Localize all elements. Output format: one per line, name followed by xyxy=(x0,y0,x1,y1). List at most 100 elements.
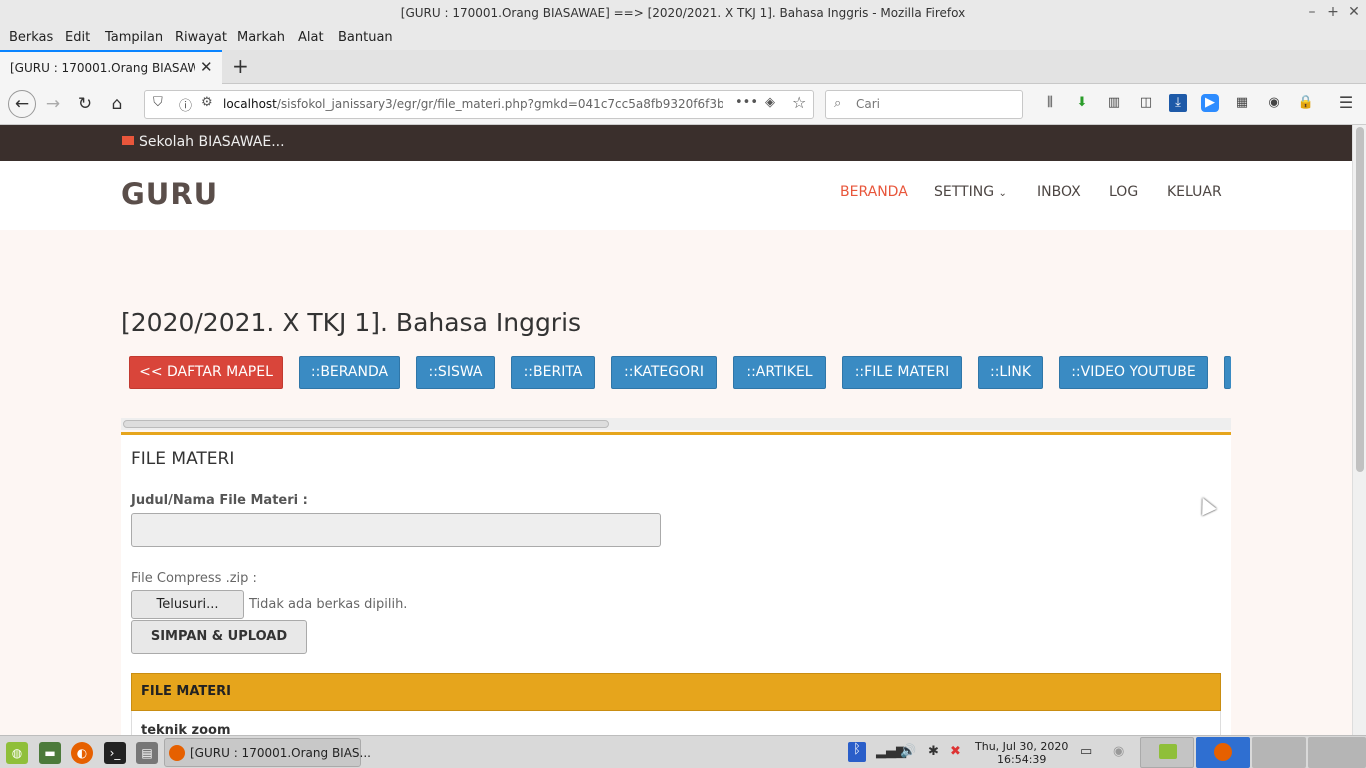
taskbar: ◍ ▬ ◐ ›_ ▤ [GURU : 170001.Orang BIAS... … xyxy=(0,735,1366,768)
file-materi-button[interactable]: ::FILE MATERI xyxy=(842,356,962,389)
panel-title: FILE MATERI xyxy=(131,449,235,469)
menu-bantuan[interactable]: Bantuan xyxy=(338,30,393,45)
url-text[interactable]: localhost/sisfokol_janissary3/egr/gr/fil… xyxy=(223,97,723,111)
sidebar-icon[interactable]: ◫ xyxy=(1137,94,1155,112)
firefox-workspace-icon xyxy=(1214,743,1232,761)
workspace-3[interactable] xyxy=(1252,737,1306,768)
table-header: FILE MATERI xyxy=(131,673,1221,711)
search-box[interactable]: ⌕ Cari xyxy=(825,90,1023,119)
record-icon[interactable]: ◉ xyxy=(1113,744,1124,759)
search-icon: ⌕ xyxy=(834,96,842,111)
site-header: GURU BERANDA SETTING ⌄ INBOX LOG KELUAR xyxy=(0,161,1352,230)
siswa-button[interactable]: ::SISWA xyxy=(416,356,495,389)
nav-inbox[interactable]: INBOX xyxy=(1037,184,1081,200)
nav-beranda[interactable]: BERANDA xyxy=(840,184,908,200)
menu-alat[interactable]: Alat xyxy=(298,30,324,45)
berita-button[interactable]: ::BERITA xyxy=(511,356,595,389)
scrollbar-thumb[interactable] xyxy=(123,420,609,428)
menu-berkas[interactable]: Berkas xyxy=(9,30,53,45)
artikel-button[interactable]: ::ARTIKEL xyxy=(733,356,826,389)
download-arrow-icon[interactable]: ⬇ xyxy=(1073,94,1091,112)
menu-tampilan[interactable]: Tampilan xyxy=(105,30,163,45)
shield-icon[interactable]: ⛉ xyxy=(153,95,163,110)
maximize-icon[interactable]: + xyxy=(1323,0,1343,26)
url-bar[interactable]: ⛉ ⓘ ⚙ localhost/sisfokol_janissary3/egr/… xyxy=(144,90,814,119)
lock-icon[interactable]: 🔒 xyxy=(1297,94,1315,112)
firefox-icon xyxy=(169,745,185,761)
vertical-scrollbar[interactable] xyxy=(1352,125,1366,735)
qr-code-icon[interactable]: ▦ xyxy=(1233,94,1251,112)
tab-active[interactable]: [GURU : 170001.Orang BIASAWAE ✕ xyxy=(0,50,222,84)
back-icon[interactable]: ← xyxy=(8,90,36,118)
nav-setting[interactable]: SETTING ⌄ xyxy=(934,184,1007,200)
nav-log[interactable]: LOG xyxy=(1109,184,1138,200)
page-actions-icon[interactable]: ••• xyxy=(735,95,758,110)
daftar-mapel-button[interactable]: << DAFTAR MAPEL xyxy=(129,356,283,389)
volume-icon[interactable]: 🔊 xyxy=(900,744,916,759)
show-desktop-icon[interactable]: ▬ xyxy=(39,742,61,764)
home-icon[interactable]: ⌂ xyxy=(105,92,129,116)
menu-edit[interactable]: Edit xyxy=(65,30,90,45)
workspace-4[interactable] xyxy=(1308,737,1366,768)
workspace-2[interactable] xyxy=(1196,737,1250,768)
window-title-bar: [GURU : 170001.Orang BIASAWAE] ==> [2020… xyxy=(0,0,1366,26)
link-button[interactable]: ::LINK xyxy=(978,356,1043,389)
overflow-button[interactable] xyxy=(1224,356,1231,389)
terminal-icon[interactable]: ›_ xyxy=(104,742,126,764)
reader-icon[interactable]: ▥ xyxy=(1105,94,1123,112)
pocket-icon[interactable]: ◈ xyxy=(765,95,775,110)
bookmark-star-icon[interactable]: ☆ xyxy=(792,93,806,112)
menu-bar: Berkas Edit Tampilan Riwayat Markah Alat… xyxy=(0,26,1366,50)
new-tab-icon[interactable]: + xyxy=(232,54,249,78)
taskbar-window-title: [GURU : 170001.Orang BIAS... xyxy=(190,746,371,760)
minimize-icon[interactable]: – xyxy=(1302,0,1322,26)
judul-label: Judul/Nama File Materi : xyxy=(131,493,308,508)
clock-time: 16:54:39 xyxy=(997,753,1047,766)
account-icon[interactable]: ◉ xyxy=(1265,94,1283,112)
save-upload-button[interactable]: SIMPAN & UPLOAD xyxy=(131,620,307,654)
horizontal-scrollbar[interactable] xyxy=(121,418,1231,430)
close-window-icon[interactable]: ✕ xyxy=(1344,0,1364,26)
bluetooth-tray-icon[interactable]: ᛒ xyxy=(848,742,866,762)
info-icon[interactable]: ⓘ xyxy=(179,95,192,114)
menu-hamburger-icon[interactable]: ☰ xyxy=(1337,94,1355,112)
reload-icon[interactable]: ↻ xyxy=(73,92,97,116)
library-icon[interactable]: ⫼ xyxy=(1041,94,1059,112)
judul-input[interactable] xyxy=(131,513,661,547)
clock[interactable]: Thu, Jul 30, 2020 16:54:39 xyxy=(975,740,1068,766)
menu-markah[interactable]: Markah xyxy=(237,30,285,45)
video-youtube-button[interactable]: ::VIDEO YOUTUBE xyxy=(1059,356,1208,389)
permissions-icon[interactable]: ⚙ xyxy=(201,95,213,110)
workspace-1[interactable] xyxy=(1140,737,1194,768)
vertical-scrollbar-thumb[interactable] xyxy=(1356,127,1364,472)
navigation-toolbar: ← → ↻ ⌂ ⛉ ⓘ ⚙ localhost/sisfokol_janissa… xyxy=(0,84,1366,125)
file-status: Tidak ada berkas dipilih. xyxy=(249,597,408,612)
file-label: File Compress .zip : xyxy=(131,571,257,586)
close-tab-icon[interactable]: ✕ xyxy=(200,58,213,76)
kategori-button[interactable]: ::KATEGORI xyxy=(611,356,717,389)
site-top-bar: Sekolah BIASAWAE... xyxy=(0,125,1352,161)
window-title: [GURU : 170001.Orang BIASAWAE] ==> [2020… xyxy=(400,6,966,20)
tab-title: [GURU : 170001.Orang BIASAWAE xyxy=(10,61,195,75)
downloads-icon[interactable]: ⤓ xyxy=(1169,94,1187,112)
firefox-launcher-icon[interactable]: ◐ xyxy=(71,742,93,764)
files-launcher-icon[interactable]: ▤ xyxy=(136,742,158,764)
bluetooth-icon[interactable]: ✱ xyxy=(928,744,939,759)
browse-button[interactable]: Telusuri... xyxy=(131,590,244,619)
table-row[interactable]: teknik zoom xyxy=(131,711,1221,735)
menu-riwayat[interactable]: Riwayat xyxy=(175,30,227,45)
nav-keluar[interactable]: KELUAR xyxy=(1167,184,1222,200)
school-name: Sekolah BIASAWAE... xyxy=(139,134,285,150)
taskbar-window-firefox[interactable]: [GURU : 170001.Orang BIAS... xyxy=(164,738,371,767)
update-error-icon[interactable]: ✖ xyxy=(950,744,961,759)
battery-icon[interactable]: ▭ xyxy=(1080,744,1092,759)
search-placeholder: Cari xyxy=(856,97,880,111)
site-logo[interactable]: GURU xyxy=(121,177,218,211)
page-title: [2020/2021. X TKJ 1]. Bahasa Inggris xyxy=(121,308,582,337)
zoom-extension-icon[interactable]: ▶ xyxy=(1201,94,1219,112)
clock-date: Thu, Jul 30, 2020 xyxy=(975,740,1069,753)
forward-icon[interactable]: → xyxy=(41,92,65,116)
beranda-button[interactable]: ::BERANDA xyxy=(299,356,400,389)
file-materi-panel: FILE MATERI Judul/Nama File Materi : Fil… xyxy=(121,432,1231,735)
mint-menu-icon[interactable]: ◍ xyxy=(6,742,28,764)
